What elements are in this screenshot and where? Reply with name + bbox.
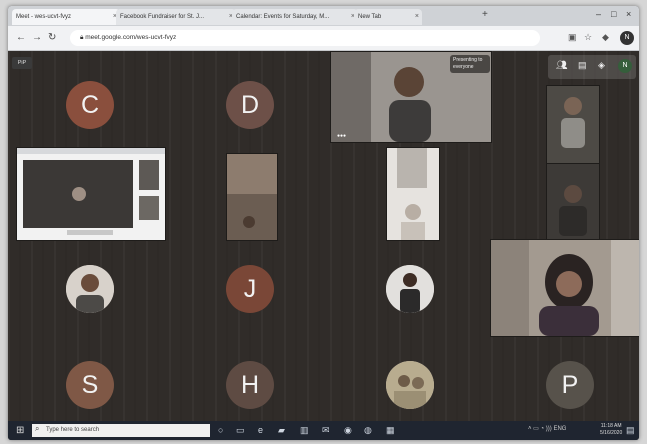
new-tab-icon[interactable]: + [482,9,488,20]
self-avatar: N [618,59,632,73]
activities-icon[interactable]: ◈ [598,60,605,71]
screen-share-tile[interactable] [16,147,166,241]
video-tile-right-middle[interactable] [546,163,600,243]
cortana-icon[interactable]: ○ [218,425,223,435]
extension-icon[interactable]: ◆ [602,32,609,43]
profile-avatar[interactable]: N [620,31,634,45]
url-input[interactable]: 🔒︎ meet.google.com/wes-ucvt-fvyz [70,30,540,46]
participant-avatar-c: C [66,81,114,129]
close-icon[interactable]: × [415,9,419,25]
pip-toggle[interactable]: PiP [12,57,32,69]
store-icon[interactable]: ▥ [300,425,309,436]
tab-new-tab[interactable]: New Tab × [354,9,422,25]
clock-date: 5/16/2020 [600,430,623,436]
file-explorer-icon[interactable]: ▰ [278,425,285,436]
windows-taskbar: ⊞ Type here to search ⌕ ○ ▭ e ▰ ▥ ✉ ◉ ◍ … [8,421,639,440]
participant-avatar-p: P [546,361,594,409]
minimize-icon[interactable]: – [596,9,601,19]
person-video [547,164,599,242]
participant-avatar-s: S [66,361,114,409]
browser-address-bar: ← → ↻ 🔒︎ meet.google.com/wes-ucvt-fvyz ▣… [8,26,639,51]
participant-avatar-j: J [226,265,274,313]
video-tile-speaker[interactable] [490,239,639,337]
participant-photo-3 [386,361,434,409]
system-tray[interactable]: ˄ ▭ ◔ ))) ENG [528,425,566,432]
person-video [387,148,439,240]
tab-facebook[interactable]: Facebook Fundraiser for St. J... × [116,9,236,25]
reload-icon[interactable]: ↻ [48,32,56,43]
edge-icon[interactable]: e [258,425,263,435]
participant-photo-2 [386,265,434,313]
close-window-icon[interactable]: × [626,9,631,19]
meeting-grid: PiP C D ●●● Presenting to everyone 👥︎ ▤ … [8,51,639,421]
taskbar-search-input[interactable]: Type here to search [32,424,210,437]
profile-photo [386,265,434,313]
app-icon[interactable]: ▦ [386,425,395,436]
notification-icon[interactable]: ▤ [626,425,635,436]
meeting-top-controls: 👥︎ ▤ ◈ N [548,55,636,79]
video-tile-webcam-2[interactable] [386,147,440,241]
shared-screen-content [17,148,165,240]
video-tile-webcam-1[interactable] [226,153,278,241]
tab-meet[interactable]: Meet - wes-ucvt-fvyz × [12,9,120,25]
camera-icon[interactable]: ◉ [344,425,352,436]
profile-photo [66,265,114,313]
person-video [491,240,639,336]
person-video [547,86,599,164]
photographed-screen: Meet - wes-ucvt-fvyz × Facebook Fundrais… [8,6,639,440]
forward-icon[interactable]: → [32,32,42,43]
task-view-icon[interactable]: ▭ [236,425,245,436]
mail-icon[interactable]: ✉ [322,425,330,436]
tab-calendar[interactable]: Calendar: Events for Saturday, M... × [232,9,358,25]
taskbar-clock[interactable]: 11:18 AM 5/16/2020 [600,423,622,437]
presenting-badge: Presenting to everyone [450,55,490,73]
windows-start-icon[interactable]: ⊞ [16,425,24,436]
search-icon: ⌕ [35,424,40,433]
chat-icon[interactable]: ▤ [578,60,587,71]
camera-permission-icon[interactable]: ▣ [568,32,577,43]
star-icon[interactable]: ☆ [584,32,592,43]
person-video [227,154,277,240]
chrome-icon[interactable]: ◍ [364,425,372,436]
participant-photo-1 [66,265,114,313]
back-icon[interactable]: ← [16,32,26,43]
maximize-icon[interactable]: □ [611,9,616,19]
browser-tab-bar: Meet - wes-ucvt-fvyz × Facebook Fundrais… [8,6,639,27]
people-icon[interactable]: 👥︎ [556,60,567,71]
participant-avatar-h: H [226,361,274,409]
video-tile-right-top[interactable] [546,85,600,165]
tile-name-label: ●●● [337,133,347,139]
clock-time: 11:18 AM [600,423,622,429]
participant-avatar-d: D [226,81,274,129]
profile-photo [386,361,434,409]
